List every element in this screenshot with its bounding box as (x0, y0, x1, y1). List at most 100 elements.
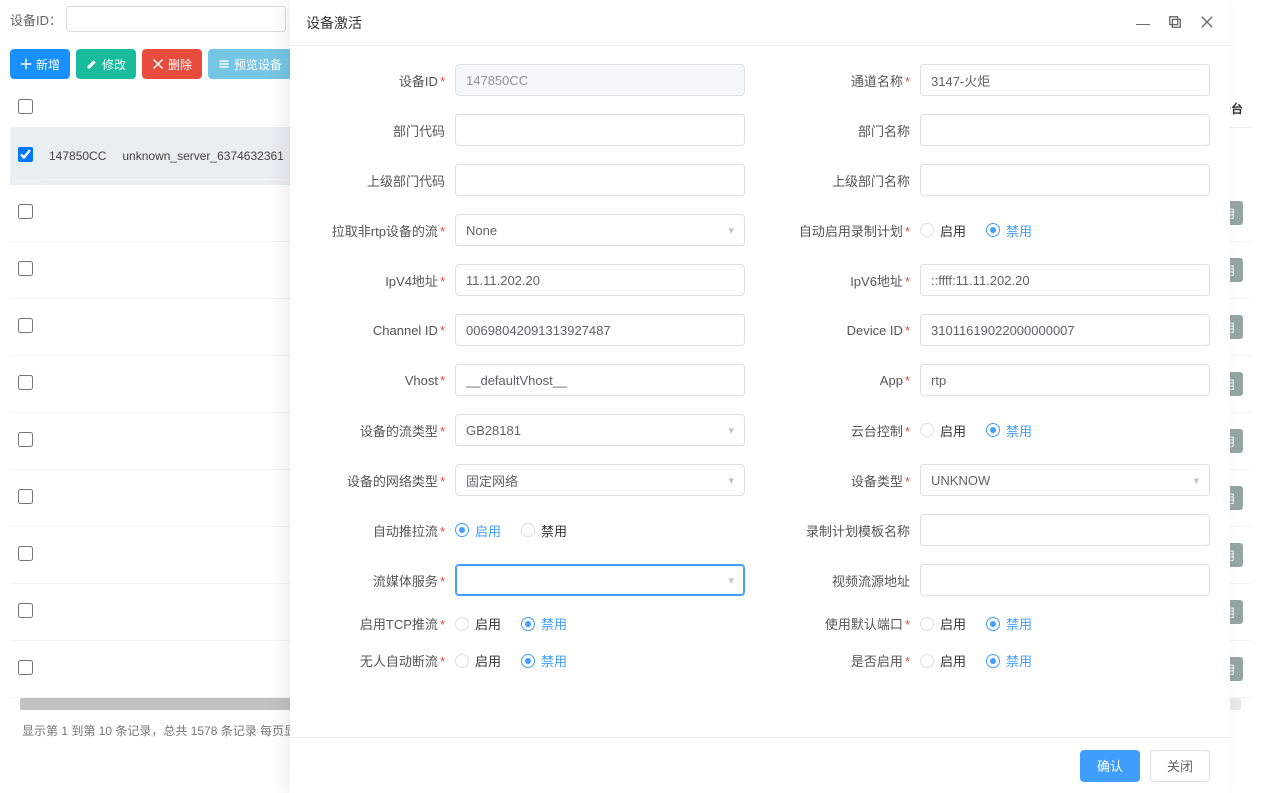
video-src-input[interactable] (920, 564, 1210, 596)
default_port-radio-disable[interactable]: 禁用 (986, 614, 1032, 633)
radio-dot-icon (920, 423, 934, 437)
radio-dot-icon (920, 654, 934, 668)
modal-window-controls: — (1136, 15, 1214, 31)
preview-button[interactable]: 预览设备 (208, 49, 292, 79)
radio-dot-icon (986, 654, 1000, 668)
row-checkbox[interactable] (18, 318, 33, 333)
radio-dot-icon (986, 223, 1000, 237)
close-icon[interactable] (1200, 15, 1214, 31)
required-mark: * (440, 373, 445, 388)
lbl-ipv6: IpV6地址 (850, 274, 903, 289)
required-mark: * (440, 524, 445, 539)
radio-label: 禁用 (541, 614, 567, 633)
add-button[interactable]: 新增 (10, 49, 70, 79)
pull-non-rtp-value: None (466, 223, 497, 238)
is_enabled-radio-disable[interactable]: 禁用 (986, 651, 1032, 670)
lbl-net-type: 设备的网络类型 (347, 474, 438, 489)
minimize-icon[interactable]: — (1136, 16, 1150, 30)
select-all-checkbox[interactable] (18, 99, 33, 114)
lbl-dept-name: 部门名称 (858, 124, 910, 139)
cell-device-id: 147850CC (41, 133, 114, 180)
edit-button[interactable]: 修改 (76, 49, 136, 79)
required-mark: * (905, 474, 910, 489)
channel-id-input[interactable] (455, 314, 745, 346)
ipv6-input[interactable] (920, 264, 1210, 296)
auto_record_plan-radio-enable[interactable]: 启用 (920, 221, 966, 240)
radio-dot-icon (521, 654, 535, 668)
ok-button[interactable]: 确认 (1080, 750, 1140, 782)
default-port-radio-group: 启用 禁用 (920, 614, 1210, 633)
radio-label: 启用 (475, 651, 501, 670)
dept-code-input[interactable] (455, 114, 745, 146)
row-checkbox[interactable] (18, 546, 33, 561)
radio-label: 禁用 (1006, 421, 1032, 440)
required-mark: * (905, 654, 910, 669)
net-type-value: 固定网络 (466, 471, 518, 490)
radio-dot-icon (521, 617, 535, 631)
row-checkbox[interactable] (18, 432, 33, 447)
record-tpl-input[interactable] (920, 514, 1210, 546)
modal-body: 设备ID* 通道名称* 部门代码 部门名称 上级部门代码 (290, 46, 1230, 737)
is_enabled-radio-enable[interactable]: 启用 (920, 651, 966, 670)
required-mark: * (440, 654, 445, 669)
lbl-video-src: 视频流源地址 (832, 574, 910, 589)
auto_push-radio-enable[interactable]: 启用 (455, 521, 501, 540)
lbl-parent-dept-code: 上级部门代码 (367, 174, 445, 189)
lbl-ptz: 云台控制 (851, 424, 903, 439)
radio-label: 禁用 (541, 521, 567, 540)
stream-type-select[interactable]: GB28181 ▾ (455, 414, 745, 446)
auto_disconnect-radio-disable[interactable]: 禁用 (521, 651, 567, 670)
device-id2-input[interactable] (920, 314, 1210, 346)
row-checkbox[interactable] (18, 660, 33, 675)
auto_push-radio-disable[interactable]: 禁用 (521, 521, 567, 540)
auto-disc-radio-group: 启用 禁用 (455, 651, 745, 670)
ptz-radio-enable[interactable]: 启用 (920, 421, 966, 440)
modal-header: 设备激活 — (290, 0, 1230, 46)
ipv4-input[interactable] (455, 264, 745, 296)
row-checkbox[interactable] (18, 147, 33, 162)
parent-dept-name-input[interactable] (920, 164, 1210, 196)
lbl-record-tpl: 录制计划模板名称 (806, 524, 910, 539)
app-input[interactable] (920, 364, 1210, 396)
lbl-ipv4: IpV4地址 (385, 274, 438, 289)
required-mark: * (905, 274, 910, 289)
row-checkbox[interactable] (18, 603, 33, 618)
auto_disconnect-radio-enable[interactable]: 启用 (455, 651, 501, 670)
plus-icon (20, 58, 32, 70)
auto_record_plan-radio-disable[interactable]: 禁用 (986, 221, 1032, 240)
device-type-select[interactable]: UNKNOW ▾ (920, 464, 1210, 496)
chevron-down-icon: ▾ (728, 424, 734, 437)
row-checkbox[interactable] (18, 204, 33, 219)
radio-label: 禁用 (541, 651, 567, 670)
required-mark: * (440, 274, 445, 289)
search-input[interactable] (66, 6, 286, 32)
row-checkbox[interactable] (18, 489, 33, 504)
device-type-value: UNKNOW (931, 473, 990, 488)
tcp_push-radio-enable[interactable]: 启用 (455, 614, 501, 633)
required-mark: * (440, 424, 445, 439)
row-checkbox[interactable] (18, 375, 33, 390)
net-type-select[interactable]: 固定网络 ▾ (455, 464, 745, 496)
channel-name-input[interactable] (920, 64, 1210, 96)
maximize-icon[interactable] (1168, 15, 1182, 31)
pull-non-rtp-select[interactable]: None ▾ (455, 214, 745, 246)
radio-label: 启用 (475, 614, 501, 633)
parent-dept-code-input[interactable] (455, 164, 745, 196)
device-activation-modal: 设备激活 — 设备ID* 通道名称* 部门代码 (290, 0, 1230, 793)
tcp_push-radio-disable[interactable]: 禁用 (521, 614, 567, 633)
media-service-select[interactable]: ▾ (455, 564, 745, 596)
vhost-input[interactable] (455, 364, 745, 396)
dept-name-input[interactable] (920, 114, 1210, 146)
delete-button[interactable]: 删除 (142, 49, 202, 79)
default_port-radio-enable[interactable]: 启用 (920, 614, 966, 633)
lbl-pull-non-rtp: 拉取非rtp设备的流 (332, 224, 438, 239)
row-checkbox[interactable] (18, 261, 33, 276)
required-mark: * (440, 74, 445, 89)
ptz-radio-disable[interactable]: 禁用 (986, 421, 1032, 440)
cancel-button[interactable]: 关闭 (1150, 750, 1210, 782)
required-mark: * (440, 474, 445, 489)
radio-dot-icon (920, 223, 934, 237)
radio-dot-icon (986, 423, 1000, 437)
lbl-channel-id: Channel ID (373, 323, 438, 338)
stream-type-value: GB28181 (466, 423, 521, 438)
